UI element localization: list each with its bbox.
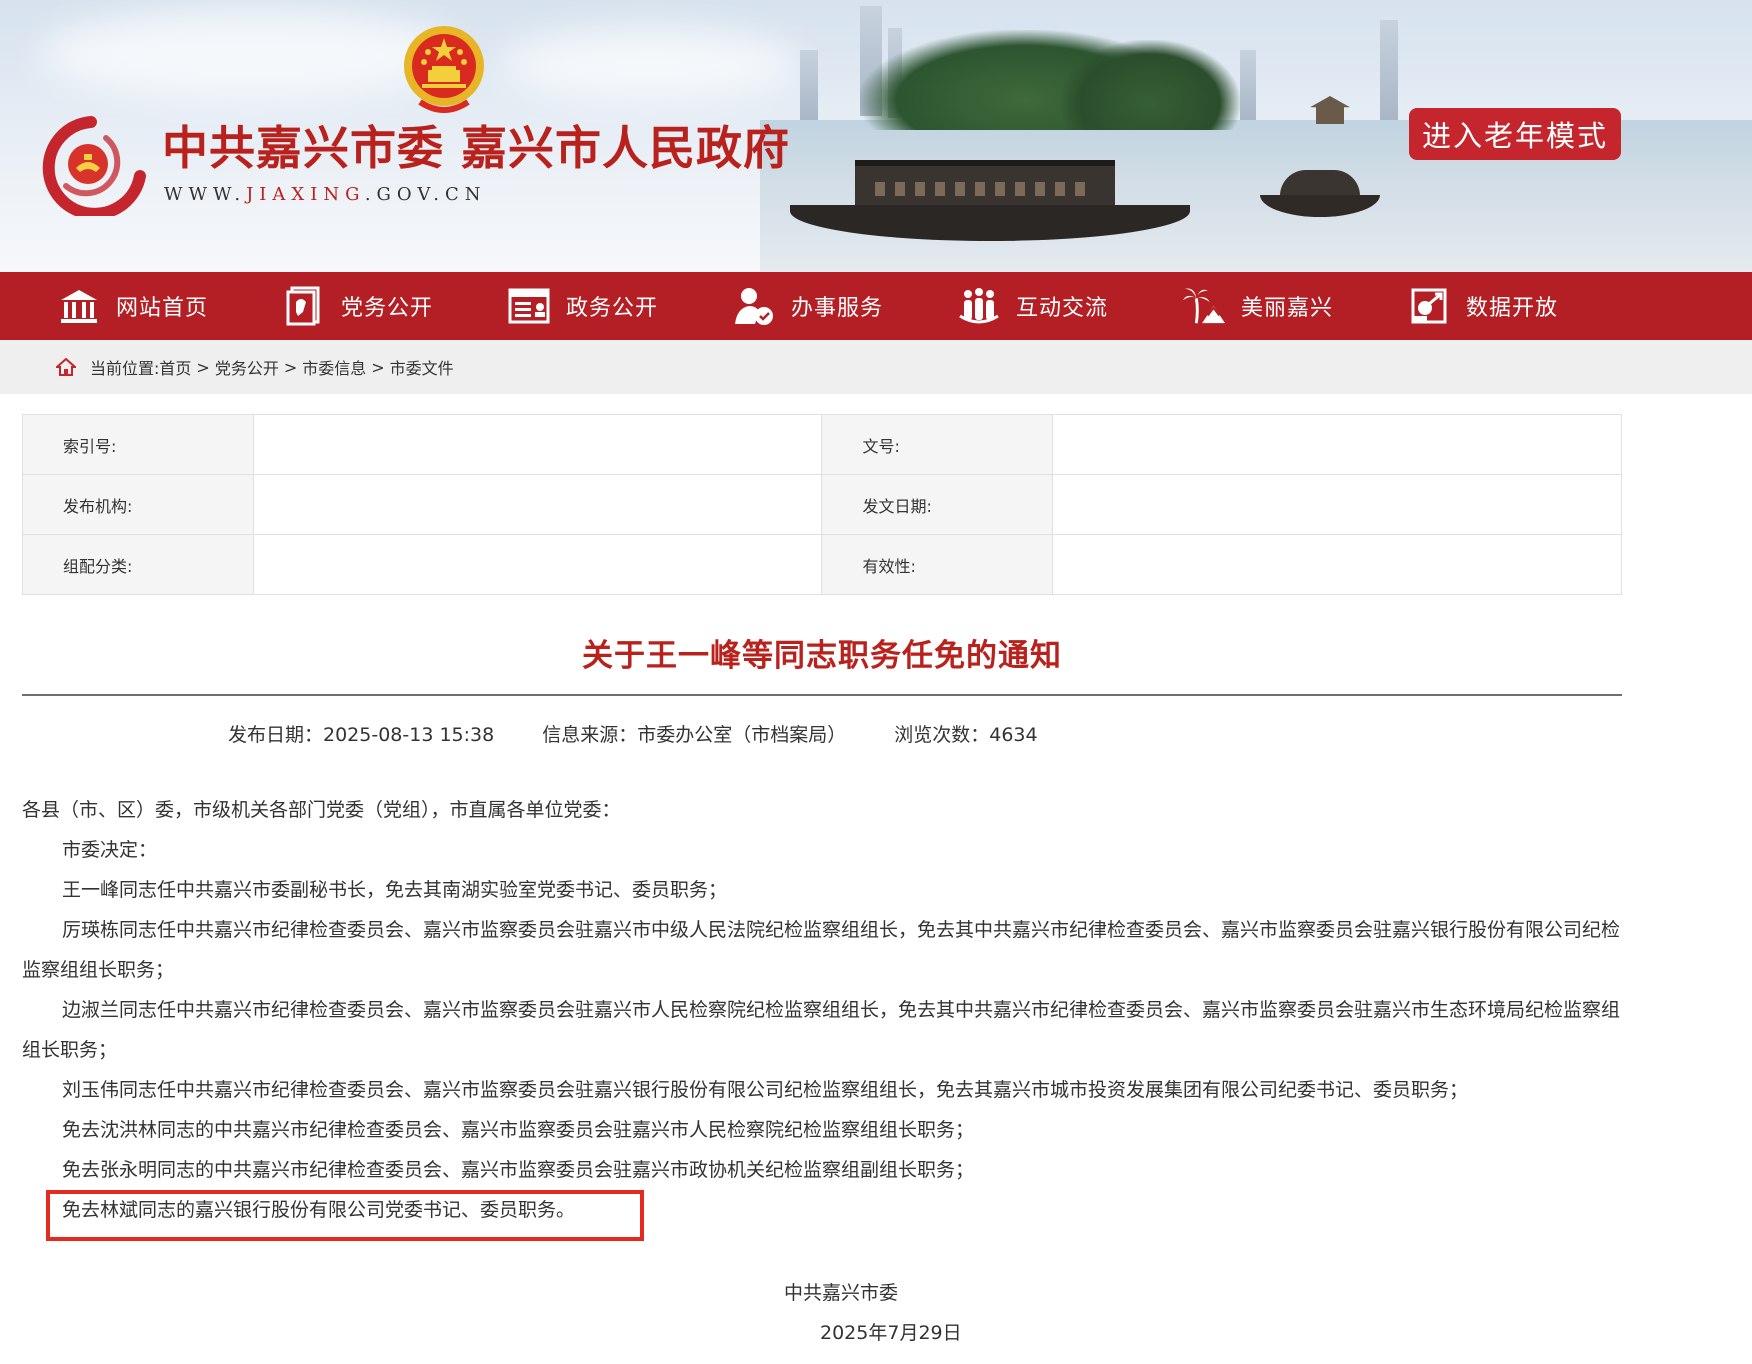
jiaxing-logo-icon: [42, 116, 146, 216]
palm-tree-icon: [1183, 285, 1225, 327]
issue-date-value: [1052, 474, 1622, 535]
breadcrumb-item-committee-docs[interactable]: 市委文件: [390, 355, 454, 379]
nav-item-interaction[interactable]: 互动交流: [958, 272, 1183, 340]
nav-label: 政务公开: [566, 296, 659, 321]
paragraph: 厉瑛栋同志任中共嘉兴市纪律检查委员会、嘉兴市监察委员会驻嘉兴市中级人民法院纪检监…: [22, 919, 1621, 981]
validity-label: 有效性:: [821, 534, 1054, 595]
breadcrumb-prefix: 当前位置:: [90, 359, 160, 378]
party-affairs-icon: [283, 285, 325, 327]
validity-value: [1052, 534, 1622, 595]
breadcrumb-separator: >: [283, 357, 298, 377]
site-banner: 中共嘉兴市委 嘉兴市人民政府 WWW.JIAXING.GOV.CN 进入老年模式: [0, 0, 1752, 272]
breadcrumb-separator: >: [196, 357, 210, 377]
highlight-annotation-box: [46, 1190, 644, 1241]
paragraph: 刘玉伟同志任中共嘉兴市纪律检查委员会、嘉兴市监察委员会驻嘉兴银行股份有限公司纪检…: [62, 1079, 1469, 1101]
nav-item-home[interactable]: 网站首页: [58, 272, 283, 340]
cloud-decoration: [40, 10, 460, 100]
nav-item-gov-affairs[interactable]: 政务公开: [508, 272, 733, 340]
site-url: WWW.JIAXING.GOV.CN: [164, 184, 486, 205]
nav-item-party-affairs[interactable]: 党务公开: [283, 272, 508, 340]
location-home-icon: [56, 358, 76, 376]
site-title: 中共嘉兴市委 嘉兴市人民政府: [162, 121, 791, 175]
breadcrumb-item-committee-info[interactable]: 市委信息: [302, 355, 366, 379]
salutation: 各县（市、区）委，市级机关各部门党委（党组），市直属各单位党委：: [22, 799, 621, 821]
interaction-icon: [958, 285, 1000, 327]
info-source: 信息来源：市委办公室（市档案局）: [542, 724, 847, 746]
paragraph: 免去沈洪林同志的中共嘉兴市纪律检查委员会、嘉兴市监察委员会驻嘉兴市人民检察院纪检…: [62, 1119, 975, 1141]
gov-affairs-icon: [508, 285, 550, 327]
publish-date: 发布日期：2025-08-13 15:38: [228, 724, 495, 746]
article-info: 发布日期：2025-08-13 15:38 信息来源：市委办公室（市档案局） 浏…: [228, 720, 1038, 747]
table-row: 发布机构: 发文日期:: [22, 474, 1622, 535]
signature-org: 中共嘉兴市委: [784, 1282, 899, 1304]
document-meta-table: 索引号: 文号: 发布机构: 发文日期: 组配分类: 有效性:: [22, 414, 1622, 595]
doc-number-label: 文号:: [821, 414, 1054, 475]
table-row: 组配分类: 有效性:: [22, 534, 1622, 595]
nav-label: 数据开放: [1466, 296, 1559, 321]
issuer-label: 发布机构:: [22, 474, 254, 535]
main-nav: 网站首页 党务公开 政务公开 办事服务 互动交流 美丽嘉兴 数据开放: [0, 272, 1752, 340]
elder-mode-button[interactable]: 进入老年模式: [1409, 108, 1621, 160]
article-title: 关于王一峰等同志职务任免的通知: [582, 638, 1062, 674]
nav-label: 互动交流: [1016, 296, 1109, 321]
doc-number-value: [1052, 414, 1622, 475]
issuer-value: [252, 474, 823, 535]
home-icon: [58, 285, 100, 327]
paragraph: 市委决定：: [62, 839, 158, 861]
site-url-highlight: JIAXING: [246, 184, 365, 205]
service-icon: [733, 285, 775, 327]
signature-date: 2025年7月29日: [820, 1322, 962, 1344]
index-number-value: [252, 414, 823, 475]
nav-label: 美丽嘉兴: [1241, 296, 1334, 321]
title-divider: [22, 694, 1622, 696]
paragraph: 王一峰同志任中共嘉兴市委副秘书长，免去其南湖实验室党委书记、委员职务；: [62, 879, 728, 901]
site-url-suffix: .GOV.CN: [364, 184, 487, 205]
nav-label: 办事服务: [791, 296, 884, 321]
cloud-decoration: [500, 30, 800, 100]
breadcrumb-separator: >: [371, 357, 385, 377]
nav-item-open-data[interactable]: 数据开放: [1408, 272, 1633, 340]
nav-item-service[interactable]: 办事服务: [733, 272, 958, 340]
site-url-prefix: WWW.: [164, 184, 247, 205]
nav-label: 网站首页: [116, 296, 209, 321]
article-body: 各县（市、区）委，市级机关各部门党委（党组），市直属各单位党委： 市委决定： 王…: [22, 790, 1632, 1230]
table-row: 索引号: 文号:: [22, 414, 1622, 475]
paragraph: 免去张永明同志的中共嘉兴市纪律检查委员会、嘉兴市监察委员会驻嘉兴市政协机关纪检监…: [62, 1159, 975, 1181]
paragraph: 边淑兰同志任中共嘉兴市纪律检查委员会、嘉兴市监察委员会驻嘉兴市人民检察院纪检监察…: [22, 999, 1621, 1061]
breadcrumb: 当前位置: 首页 > 党务公开 > 市委信息 > 市委文件: [0, 340, 1752, 394]
breadcrumb-item-home[interactable]: 首页: [159, 355, 191, 379]
nav-label: 党务公开: [341, 296, 434, 321]
category-label: 组配分类:: [22, 534, 254, 595]
issue-date-label: 发文日期:: [821, 474, 1054, 535]
national-emblem-icon: [404, 26, 484, 113]
nav-item-beautiful-jiaxing[interactable]: 美丽嘉兴: [1183, 272, 1408, 340]
data-icon: [1408, 285, 1450, 327]
index-number-label: 索引号:: [22, 414, 254, 475]
breadcrumb-item-party-affairs[interactable]: 党务公开: [215, 355, 279, 379]
view-count: 浏览次数：4634: [894, 724, 1038, 746]
category-value: [252, 534, 823, 595]
